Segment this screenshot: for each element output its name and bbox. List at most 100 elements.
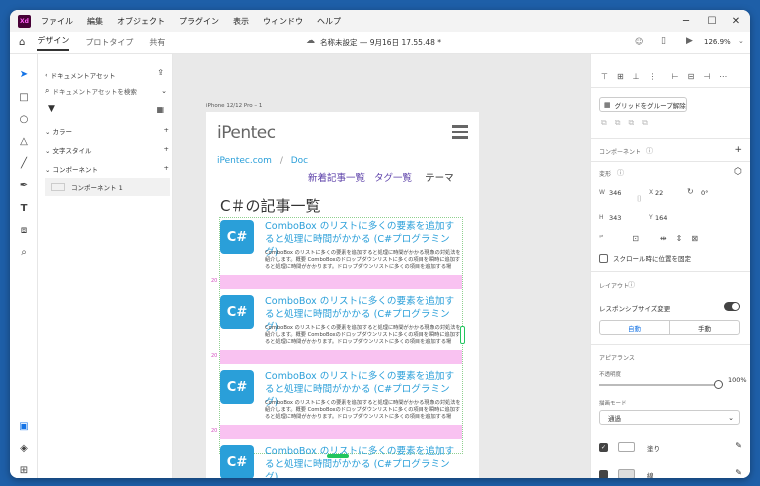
responsive-toggle-icon[interactable]: ⊡ (632, 234, 639, 243)
artboard-tool-icon[interactable]: ⧈ (18, 224, 30, 236)
hamburger-menu-icon[interactable] (452, 125, 468, 139)
add-component-icon[interactable]: + (734, 145, 742, 155)
subtract-icon[interactable]: ⧉ (615, 118, 621, 128)
ungroup-grid-button[interactable]: ▦ グリッドをグループ解除 (599, 97, 687, 112)
design-canvas[interactable]: iPhone 12/12 Pro – 1 iPentec iPentec.com… (173, 54, 590, 478)
nav-tags[interactable]: タグ一覧 (374, 173, 412, 184)
tab-share[interactable]: 共有 (149, 37, 165, 48)
fix-scroll-row[interactable]: スクロール時に位置を固定 (599, 253, 691, 263)
distribute-horizontal-icon[interactable]: ⋯ (719, 72, 727, 81)
manual-mode-button[interactable]: 手動 (670, 321, 739, 334)
fill-checkbox[interactable]: ✓ (599, 443, 608, 452)
stroke-swatch[interactable] (618, 469, 635, 478)
width-field[interactable]: 346 (609, 189, 621, 197)
menu-object[interactable]: オブジェクト (117, 16, 165, 27)
responsive-resize-toggle[interactable] (724, 302, 740, 311)
asset-search[interactable]: ⌕ ドキュメントアセットを検索 ⌄ (45, 84, 169, 98)
grid-spacing-guide[interactable] (220, 425, 462, 439)
union-icon[interactable]: ⧉ (601, 118, 607, 128)
align-top-icon[interactable]: ⊤ (601, 72, 608, 81)
grid-resize-handle-right[interactable] (460, 326, 465, 344)
align-left-icon[interactable]: ⊢ (672, 72, 679, 81)
share-icon[interactable]: ⇪ (157, 68, 164, 77)
article-title[interactable]: ComboBox のリストに多くの要素を追加すると処理に時間がかかる (C#プロ… (265, 445, 462, 478)
user-icon[interactable]: ☺ (635, 37, 643, 46)
auto-mode-button[interactable]: 自動 (600, 321, 670, 334)
device-preview-icon[interactable]: ▯ (661, 36, 666, 46)
eyedropper-icon[interactable]: ✎ (735, 468, 742, 477)
play-icon[interactable]: ▶ (686, 36, 693, 46)
distribute-vertical-icon[interactable]: ⋮ (649, 72, 657, 81)
fix-scroll-checkbox[interactable] (599, 253, 608, 263)
filter-icon[interactable]: ▼ (48, 104, 55, 114)
grid-spacing-guide[interactable] (220, 350, 462, 364)
menu-edit[interactable]: 編集 (87, 16, 103, 27)
ellipse-tool-icon[interactable]: ○ (18, 113, 30, 125)
text-tool-icon[interactable]: T (18, 202, 30, 214)
height-field[interactable]: 343 (609, 214, 621, 222)
component-item[interactable]: コンポーネント 1 (45, 178, 170, 196)
rectangle-tool-icon[interactable]: □ (18, 91, 30, 103)
close-button[interactable]: ✕ (722, 10, 750, 32)
assets-header[interactable]: ‹ ドキュメントアセット (45, 70, 115, 80)
opacity-slider[interactable] (599, 384, 717, 386)
nav-new-articles[interactable]: 新着記事一覧 (308, 173, 365, 184)
menu-view[interactable]: 表示 (233, 16, 249, 27)
flip-vertical-icon[interactable]: ⇕ (676, 234, 683, 243)
minimize-button[interactable]: ─ (672, 10, 700, 32)
artboard-name[interactable]: iPhone 12/12 Pro – 1 (206, 103, 262, 109)
intersect-icon[interactable]: ⧉ (628, 118, 634, 128)
layers-icon[interactable]: ◈ (18, 442, 30, 454)
pen-tool-icon[interactable]: ✒ (18, 179, 30, 191)
lock-aspect-icon[interactable]: ⌷ (637, 194, 642, 204)
zoom-level[interactable]: 126.9% (704, 38, 731, 46)
nav-themes[interactable]: テーマ (425, 173, 454, 184)
document-title[interactable]: 名称未設定 — 9月16日 17.55.48 * (320, 37, 441, 48)
artboard[interactable]: iPentec iPentec.com / Doc 新着記事一覧 タグ一覧 テー… (206, 112, 479, 478)
tab-design[interactable]: デザイン (37, 35, 70, 51)
add-color-icon[interactable]: + (164, 126, 169, 134)
info-icon[interactable]: ⓘ (646, 146, 653, 156)
fit-icon[interactable]: ⊠ (691, 234, 698, 243)
section-colors[interactable]: ⌄ カラー + (45, 126, 169, 136)
blend-mode-select[interactable]: 通過 ⌄ (599, 410, 740, 425)
opacity-slider-handle[interactable] (714, 380, 723, 389)
grid-resize-handle-bottom[interactable] (327, 454, 349, 458)
menu-window[interactable]: ウィンドウ (263, 16, 303, 27)
assets-icon[interactable]: ▣ (18, 420, 30, 432)
select-tool-icon[interactable]: ➤ (18, 68, 30, 80)
3d-transform-icon[interactable]: ⬡ (734, 167, 742, 177)
polygon-tool-icon[interactable]: △ (18, 135, 30, 147)
section-components[interactable]: ⌄ コンポーネント + (45, 164, 169, 174)
info-icon[interactable]: ⓘ (617, 168, 624, 178)
plugins-icon[interactable]: ⊞ (18, 464, 30, 476)
fill-swatch[interactable] (618, 442, 635, 452)
rotation-field[interactable]: 0° (701, 189, 708, 197)
align-middle-icon[interactable]: ⊞ (617, 72, 624, 81)
menu-plugins[interactable]: プラグイン (179, 16, 219, 27)
opacity-value[interactable]: 100% (728, 376, 747, 384)
line-tool-icon[interactable]: ╱ (18, 157, 30, 169)
exclude-icon[interactable]: ⧉ (642, 118, 648, 128)
chevron-down-icon[interactable]: ⌄ (161, 87, 167, 95)
menu-help[interactable]: ヘルプ (317, 16, 341, 27)
stroke-checkbox[interactable] (599, 470, 608, 478)
section-text-styles[interactable]: ⌄ 文字スタイル + (45, 145, 169, 155)
zoom-tool-icon[interactable]: ⌕ (18, 246, 30, 258)
align-bottom-icon[interactable]: ⊥ (633, 72, 640, 81)
breadcrumb-home[interactable]: iPentec.com (217, 156, 272, 166)
align-right-icon[interactable]: ⊣ (703, 72, 710, 81)
tab-prototype[interactable]: プロトタイプ (85, 37, 133, 48)
eyedropper-icon[interactable]: ✎ (735, 441, 742, 450)
flip-horizontal-icon[interactable]: ⇹ (660, 234, 667, 243)
add-component-icon[interactable]: + (164, 164, 169, 172)
grid-view-icon[interactable]: ▦ (156, 105, 164, 114)
grid-spacing-guide[interactable] (220, 275, 462, 289)
add-text-style-icon[interactable]: + (164, 145, 169, 153)
home-icon[interactable]: ⌂ (19, 37, 25, 48)
info-icon[interactable]: ⓘ (628, 280, 635, 290)
menu-file[interactable]: ファイル (41, 16, 73, 27)
align-center-icon[interactable]: ⊟ (688, 72, 695, 81)
zoom-dropdown-icon[interactable]: ⌄ (738, 37, 744, 45)
site-logo[interactable]: iPentec (217, 123, 276, 143)
